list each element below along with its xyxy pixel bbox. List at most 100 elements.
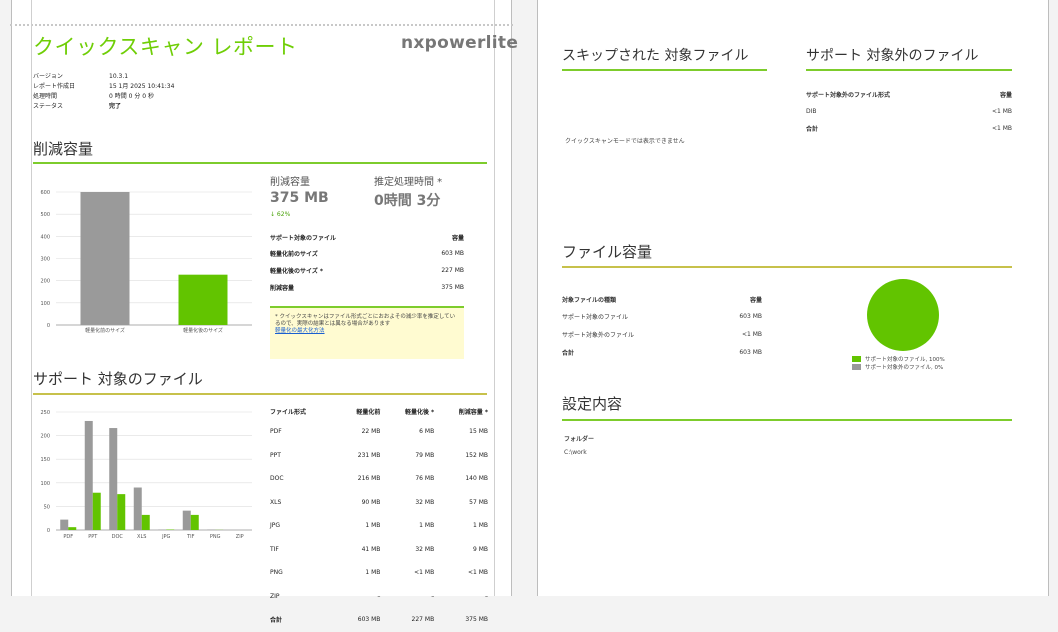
margin-guide-right xyxy=(494,0,495,596)
report-title: クイックスキャン レポート xyxy=(33,31,298,61)
skipped-files-rule xyxy=(562,69,767,71)
row-value: 227 MB xyxy=(414,262,464,279)
table-cell: 1 MB xyxy=(336,514,380,538)
table-cell: 216 MB xyxy=(336,467,380,491)
table-cell: 合計 xyxy=(562,343,714,361)
y-tick-label: 300 xyxy=(40,257,50,263)
table-cell: 32 MB xyxy=(380,538,434,562)
table-header-cell: 容量 xyxy=(972,86,1012,103)
legend-swatch-unsupported xyxy=(852,364,861,370)
table-header-cell: 軽量化後 * xyxy=(380,403,434,420)
row-value: 375 MB xyxy=(414,279,464,296)
bar xyxy=(93,493,101,530)
estimate-note-box: * クイックスキャンはファイル形式ごとにおおよその減少率を推定しているので、実際… xyxy=(270,306,464,359)
skipped-files-title: スキップされた 対象ファイル xyxy=(562,45,748,65)
table-cell: 79 MB xyxy=(380,444,434,468)
table-cell: PPT xyxy=(270,444,336,468)
file-size-rule xyxy=(562,266,1012,268)
legend-label: サポート対象外のファイル, 0% xyxy=(865,363,943,371)
x-tick-label: ZIP xyxy=(236,534,244,540)
size-summary-table: サポート対象のファイル 容量 軽量化前のサイズ 603 MB 軽量化後のサイズ … xyxy=(270,229,464,296)
maximize-reduction-link[interactable]: 軽量化の最大化方法 xyxy=(275,328,325,334)
table-header-cell: サポート対象のファイル xyxy=(270,229,414,245)
unsupported-files-table: サポート対象外のファイル形式 容量 DIB <1 MB 合計 <1 MB xyxy=(806,86,1012,137)
meta-row: レポート作成日15 1月 2025 10:41:34 xyxy=(33,82,180,92)
supported-files-section-rule xyxy=(33,393,487,395)
table-cell: <1 MB xyxy=(972,103,1012,120)
bar xyxy=(142,515,150,530)
table-header-row: サポート対象のファイル 容量 xyxy=(270,229,464,245)
table-cell: 9 MB xyxy=(434,538,488,562)
table-row: PPT231 MB79 MB152 MB xyxy=(270,444,488,468)
size-comparison-chart: 0100200300400500600軽量化前のサイズ軽量化後のサイズ xyxy=(34,180,256,340)
y-tick-label: 50 xyxy=(44,504,50,510)
bar xyxy=(134,488,142,530)
margin-guide-left xyxy=(31,0,32,596)
est-time-value: 0時間 3分 xyxy=(374,190,440,210)
table-row: JPG1 MB1 MB1 MB xyxy=(270,514,488,538)
row-label: 軽量化後のサイズ * xyxy=(270,262,414,279)
y-tick-label: 0 xyxy=(47,528,50,534)
table-cell: 231 MB xyxy=(336,444,380,468)
bar xyxy=(68,527,76,530)
table-row: TIF41 MB32 MB9 MB xyxy=(270,538,488,562)
table-cell: PNG xyxy=(270,561,336,585)
table-cell: 375 MB xyxy=(434,608,488,632)
table-cell: 32 MB xyxy=(380,491,434,515)
settings-title: 設定内容 xyxy=(562,393,622,414)
report-page-1: クイックスキャン レポート nxpowerlite バージョン10.3.1 レポ… xyxy=(11,0,512,596)
table-row: DOC216 MB76 MB140 MB xyxy=(270,467,488,491)
meta-row: バージョン10.3.1 xyxy=(33,72,180,82)
x-tick-label: XLS xyxy=(137,534,146,540)
x-tick-label: TIF xyxy=(186,534,195,540)
bar xyxy=(183,511,191,530)
row-label: 軽量化前のサイズ xyxy=(270,245,414,262)
y-tick-label: 400 xyxy=(40,234,50,240)
table-cell: <1 MB xyxy=(380,561,434,585)
bar xyxy=(81,192,130,325)
table-cell: 140 MB xyxy=(434,467,488,491)
table-cell: – xyxy=(434,585,488,609)
table-cell: 603 MB xyxy=(714,307,762,325)
saved-percent: ↓ 62% xyxy=(270,211,290,218)
table-cell: 6 MB xyxy=(380,420,434,444)
table-cell: DOC xyxy=(270,467,336,491)
bar xyxy=(60,520,68,530)
table-cell: DIB xyxy=(806,103,972,120)
table-cell: 15 MB xyxy=(434,420,488,444)
table-cell: 22 MB xyxy=(336,420,380,444)
legend-item: サポート対象外のファイル, 0% xyxy=(852,363,945,371)
bar xyxy=(179,275,228,325)
settings-rule xyxy=(562,419,1012,421)
x-tick-label: PDF xyxy=(63,534,73,540)
folder-value: C:\work xyxy=(564,449,587,456)
report-page-2: スキップされた 対象ファイル クイックスキャンモードでは表示できません サポート… xyxy=(537,0,1049,596)
table-cell: – xyxy=(336,585,380,609)
x-tick-label: 軽量化後のサイズ xyxy=(183,327,223,334)
file-size-pie-chart xyxy=(865,277,941,353)
table-header-row: サポート対象外のファイル形式 容量 xyxy=(806,86,1012,103)
bar xyxy=(109,428,117,530)
meta-row: ステータス完了 xyxy=(33,102,180,112)
row-value: 603 MB xyxy=(414,245,464,262)
table-cell: サポート対象外のファイル xyxy=(562,325,714,343)
table-header-cell: 軽量化前 xyxy=(336,403,380,420)
table-cell: 603 MB xyxy=(336,608,380,632)
y-tick-label: 100 xyxy=(40,301,50,307)
bar xyxy=(117,494,125,530)
y-tick-label: 100 xyxy=(40,481,50,487)
y-tick-label: 500 xyxy=(40,212,50,218)
table-row: 軽量化後のサイズ * 227 MB xyxy=(270,262,464,279)
table-cell: PDF xyxy=(270,420,336,444)
table-row: 軽量化前のサイズ 603 MB xyxy=(270,245,464,262)
table-row: XLS90 MB32 MB57 MB xyxy=(270,491,488,515)
file-type-chart: 050100150200250PDFPPTDOCXLSJPGTIFPNGZIP xyxy=(34,404,256,546)
table-header-cell: 容量 xyxy=(714,292,762,307)
y-tick-label: 0 xyxy=(47,323,50,329)
legend-item: サポート対象のファイル, 100% xyxy=(852,355,945,363)
unsupported-files-rule xyxy=(806,69,1012,71)
x-tick-label: 軽量化前のサイズ xyxy=(85,327,125,334)
table-cell: 1 MB xyxy=(434,514,488,538)
meta-label: ステータス xyxy=(33,102,109,112)
table-cell: 227 MB xyxy=(380,608,434,632)
